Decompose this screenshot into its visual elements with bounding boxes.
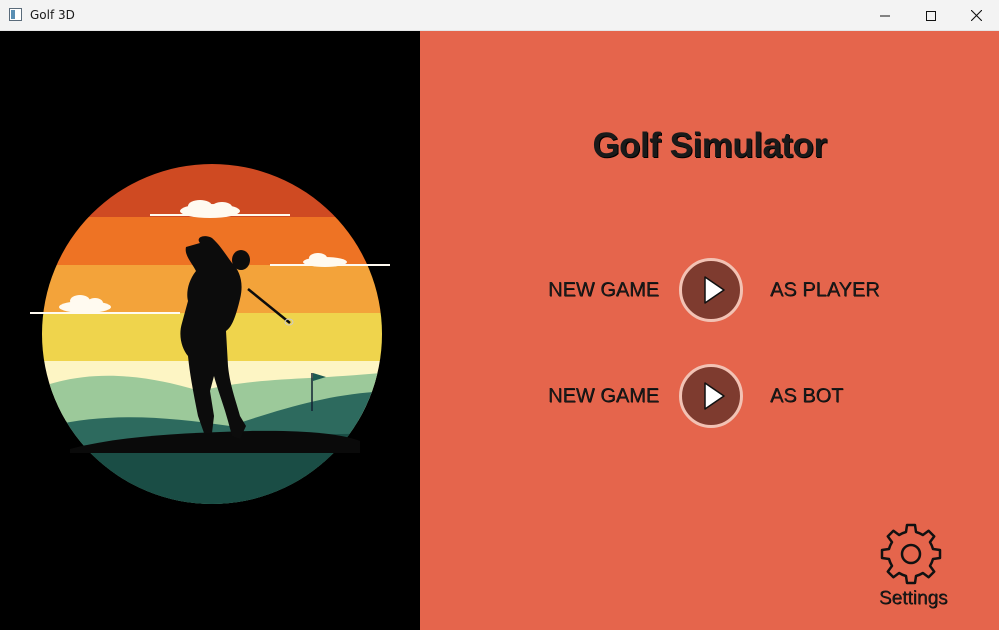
hero-image-panel	[0, 31, 420, 630]
play-as-bot-button[interactable]	[679, 364, 743, 428]
menu-row-new-game-bot: NEW GAME AS BOT	[420, 362, 999, 432]
app-window-icon	[9, 8, 22, 21]
close-icon	[970, 10, 982, 21]
golfer-silhouette-sunset-illustration	[30, 164, 390, 504]
new-game-label: NEW GAME	[548, 279, 660, 301]
play-icon	[704, 276, 725, 304]
minimize-icon	[880, 15, 890, 16]
game-title: Golf Simulator	[592, 126, 827, 165]
menu-row-new-game-player: NEW GAME AS PLAYER	[420, 256, 999, 326]
as-player-label: AS PLAYER	[770, 279, 880, 301]
play-as-player-button[interactable]	[679, 258, 743, 322]
new-game-label: NEW GAME	[548, 385, 660, 407]
play-icon	[704, 382, 725, 410]
window-title: Golf 3D	[30, 8, 75, 22]
main-menu-panel: Golf Simulator NEW GAME AS PLAYER NEW GA…	[420, 31, 999, 630]
maximize-button[interactable]	[908, 0, 954, 31]
settings-label: Settings	[879, 588, 948, 609]
close-button[interactable]	[953, 0, 999, 31]
minimize-button[interactable]	[862, 0, 908, 31]
settings-button[interactable]: Settings	[877, 521, 977, 611]
gear-icon	[880, 523, 942, 585]
title-bar: Golf 3D	[0, 0, 999, 31]
maximize-icon	[926, 10, 936, 21]
as-bot-label: AS BOT	[770, 385, 844, 407]
